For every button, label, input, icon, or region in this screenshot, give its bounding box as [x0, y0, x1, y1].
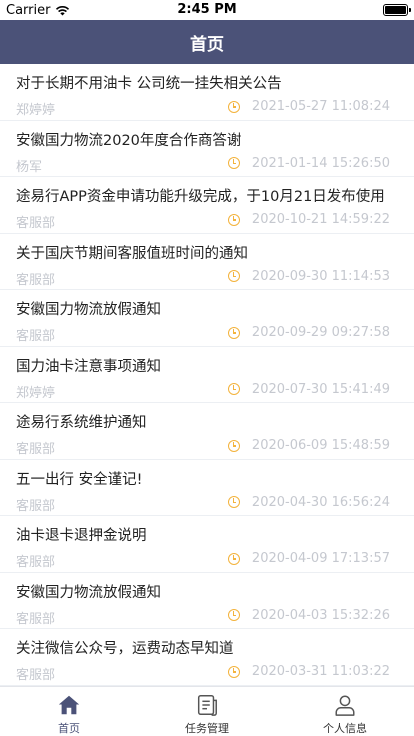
announcement-time: 2020-10-21 14:59:22 [251, 212, 390, 227]
clock-icon [227, 157, 240, 169]
clock-icon [227, 326, 240, 339]
announcement-time: 2020-09-30 11:14:53 [251, 268, 390, 284]
status-bar: Carrier 2:45 PM [0, 0, 414, 20]
announcement-list[interactable]: 对于长期不用油卡 公司统一挂失相关公告 郑婷婷 2021-05-27 11:08… [0, 64, 414, 686]
clock-icon [227, 270, 240, 282]
tab-personal-info[interactable]: 个人信息 [276, 687, 414, 736]
announcement-title: 安徽国力物流放假通知 [16, 584, 161, 601]
clock-icon [227, 496, 240, 508]
announcement-author: 客服部 [16, 611, 56, 627]
wifi-icon [56, 6, 70, 16]
clock-icon [227, 665, 240, 678]
clock-icon [227, 100, 240, 113]
announcement-time: 2021-05-27 11:08:24 [251, 99, 390, 114]
announcement-item[interactable]: 安徽国力物流放假通知 客服部 2020-09-29 09:27:58 [0, 290, 414, 347]
battery-icon [383, 4, 411, 16]
announcement-item[interactable]: 五一出行 安全谨记! 客服部 2020-04-30 16:56:24 [0, 460, 414, 516]
document-icon [197, 695, 217, 716]
clock-icon [227, 552, 240, 565]
announcement-author: 客服部 [16, 498, 56, 514]
announcement-time: 2020-06-09 15:48:59 [251, 438, 390, 453]
announcement-author: 郑婷婷 [16, 385, 56, 401]
clock-icon [227, 383, 240, 395]
announcement-author: 客服部 [16, 329, 56, 344]
announcement-title: 油卡退卡退押金说明 [16, 528, 147, 544]
announcement-item[interactable]: 国力油卡注意事项通知 郑婷婷 2020-07-30 15:41:49 [0, 347, 414, 403]
announcement-item[interactable]: 途易行系统维护通知 客服部 2020-06-09 15:48:59 [0, 403, 414, 460]
announcement-time: 2021-01-14 15:26:50 [251, 155, 390, 171]
announcement-title: 关注微信公众号，运费动态早知道 [16, 641, 234, 657]
announcement-time: 2020-04-03 15:32:26 [251, 607, 390, 623]
tab-task-management[interactable]: 任务管理 [138, 687, 276, 736]
announcement-author: 客服部 [16, 442, 56, 457]
header-bar: 首页 [0, 20, 414, 64]
announcement-author: 客服部 [16, 668, 56, 683]
announcement-time: 2020-04-09 17:13:57 [251, 551, 390, 566]
announcement-author: 客服部 [16, 216, 56, 231]
page-title: 首页 [190, 34, 224, 55]
announcement-title: 途易行系统维护通知 [16, 415, 147, 431]
announcement-title: 对于长期不用油卡 公司统一挂失相关公告 [16, 76, 282, 92]
announcement-item[interactable]: 途易行APP资金申请功能升级完成，于10月21日发布使用 客服部 2020-10… [0, 177, 414, 234]
announcement-item[interactable]: 对于长期不用油卡 公司统一挂失相关公告 郑婷婷 2021-05-27 11:08… [0, 64, 414, 121]
announcement-title: 关于国庆节期间客服值班时间的通知 [16, 245, 248, 262]
announcement-item[interactable]: 安徽国力物流2020年度合作商答谢 杨军 2021-01-14 15:26:50 [0, 121, 414, 177]
announcement-item[interactable]: 油卡退卡退押金说明 客服部 2020-04-09 17:13:57 [0, 516, 414, 573]
announcement-title: 安徽国力物流2020年度合作商答谢 [16, 132, 242, 149]
person-icon [335, 695, 355, 716]
carrier-indicator: Carrier [6, 3, 70, 18]
announcement-author: 客服部 [16, 555, 56, 570]
tab-home[interactable]: 首页 [0, 687, 138, 736]
announcement-title: 五一出行 安全谨记! [16, 471, 143, 488]
announcement-time: 2020-09-29 09:27:58 [251, 325, 390, 340]
announcement-item[interactable]: 关注微信公众号，运费动态早知道 客服部 2020-03-31 11:03:22 [0, 629, 414, 686]
announcement-time: 2020-07-30 15:41:49 [251, 381, 390, 397]
home-icon [58, 695, 80, 715]
announcement-author: 郑婷婷 [16, 103, 56, 118]
clock-icon [227, 439, 240, 452]
clock-icon [227, 213, 240, 226]
tab-home-label: 首页 [58, 722, 80, 735]
clock-icon [227, 609, 240, 621]
announcement-item[interactable]: 安徽国力物流放假通知 客服部 2020-04-03 15:32:26 [0, 573, 414, 629]
announcement-title: 安徽国力物流放假通知 [16, 302, 161, 318]
announcement-time: 2020-04-30 16:56:24 [251, 494, 390, 510]
announcement-time: 2020-03-31 11:03:22 [251, 664, 390, 679]
tab-task-management-label: 任务管理 [185, 722, 229, 735]
announcement-author: 杨军 [16, 159, 43, 175]
carrier-label: Carrier [6, 3, 51, 18]
tab-personal-info-label: 个人信息 [323, 722, 367, 735]
announcement-item[interactable]: 关于国庆节期间客服值班时间的通知 客服部 2020-09-30 11:14:53 [0, 234, 414, 290]
tab-bar: 首页 任务管理 个人信息 [0, 686, 414, 736]
announcement-author: 客服部 [16, 272, 56, 288]
announcement-title: 国力油卡注意事项通知 [16, 358, 161, 375]
announcement-title: 途易行APP资金申请功能升级完成，于10月21日发布使用 [16, 189, 385, 205]
